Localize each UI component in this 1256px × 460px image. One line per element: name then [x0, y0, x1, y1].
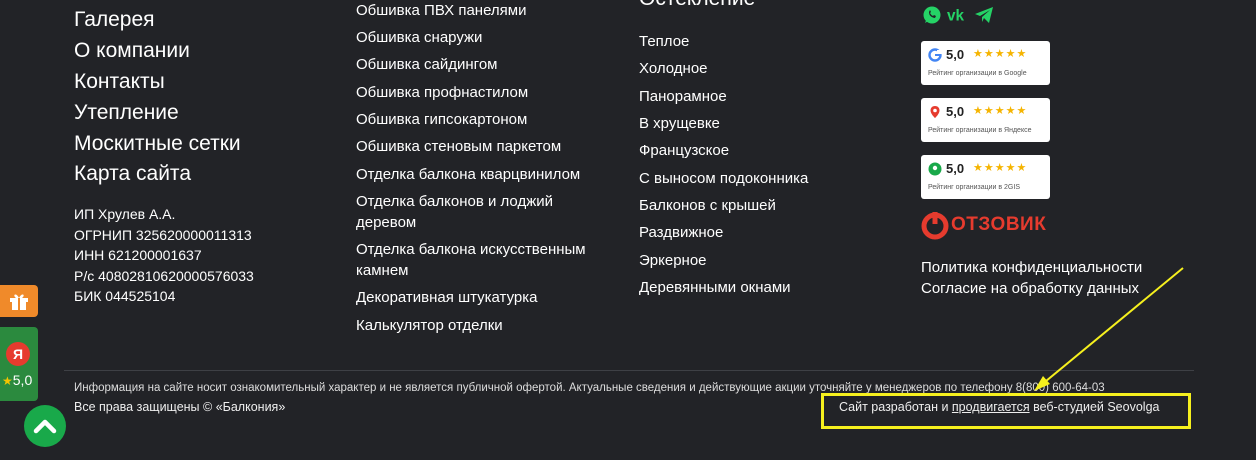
yandex-rating-score: 5,0: [12, 372, 33, 388]
gift-icon: [10, 294, 28, 310]
yandex-rating-value: ★5,0: [2, 372, 32, 388]
gift-widget[interactable]: [0, 285, 38, 317]
scroll-to-top-button[interactable]: [24, 405, 66, 447]
annotation-arrow-icon: [1034, 267, 1184, 391]
yandex-icon: Я: [6, 342, 30, 366]
chevron-up-icon: [33, 419, 57, 434]
yandex-rating-widget[interactable]: Я ★5,0: [0, 327, 38, 401]
star-icon: ★: [2, 374, 13, 388]
